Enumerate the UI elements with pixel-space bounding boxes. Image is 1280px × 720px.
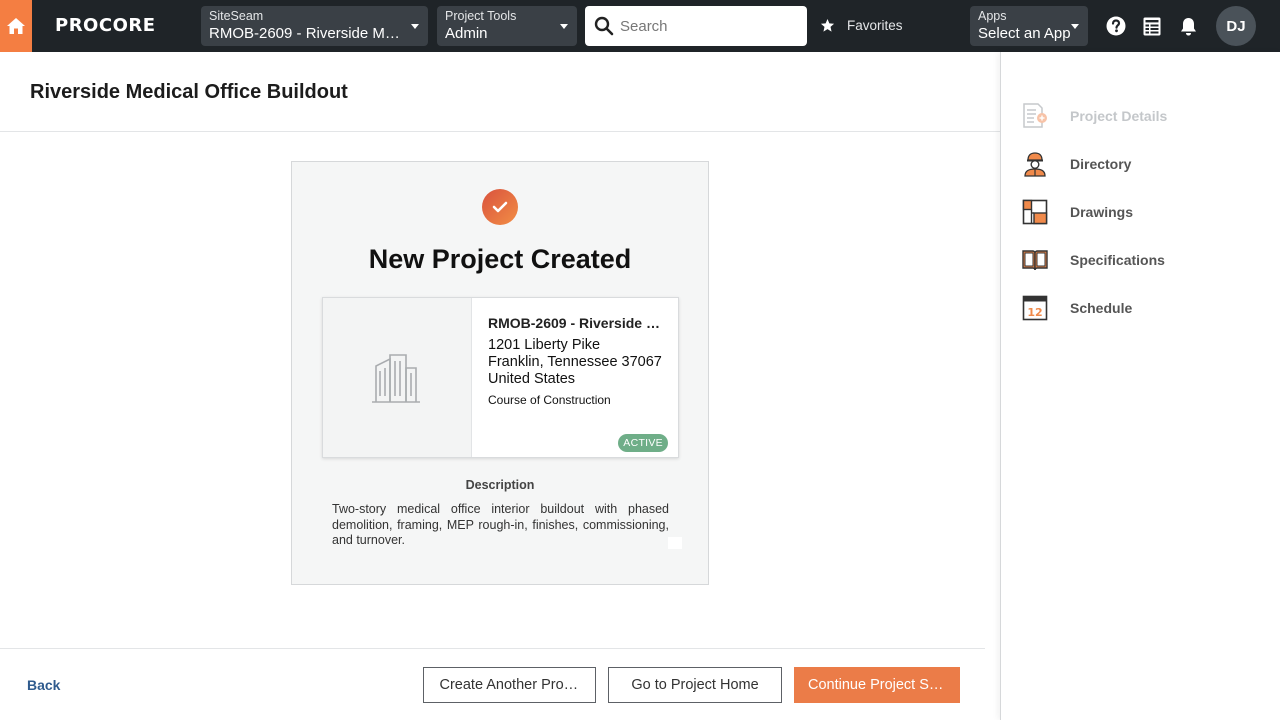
panel-item-label: Specifications [1070,252,1165,268]
chevron-down-icon [560,24,568,29]
card-heading: New Project Created [368,244,632,274]
schedule-icon-text: 12 [1027,306,1042,319]
panel-item-drawings[interactable]: Drawings [1021,197,1261,227]
page-title: Riverside Medical Office Buildout [30,81,348,103]
project-selector-label: SiteSeam [209,9,264,23]
project-selector-value: RMOB-2609 - Riverside Medical Office Bui… [209,25,405,42]
action-footer: Back Create Another Project Go to Projec… [0,648,985,720]
project-summary-box: RMOB-2609 - Riverside Medical Office Bui… [322,297,679,458]
project-name: RMOB-2609 - Riverside Medical Office Bui… [488,315,668,331]
create-another-project-label: Create Another Project [439,677,580,693]
panel-item-label: Project Details [1070,108,1168,124]
schedule-icon: 12 [1021,294,1049,322]
star-icon [820,18,835,32]
project-address: 1201 Liberty Pike Franklin, Tennessee 37… [488,337,668,388]
project-tools-dropdown[interactable]: Project Tools Admin [437,6,577,46]
panel-item-label: Drawings [1070,204,1134,220]
description-label: Description [465,478,535,492]
specifications-icon [1021,246,1049,274]
top-navigation-bar: PROCORE SiteSeam RMOB-2609 - Riverside M… [0,0,1280,52]
address-line-1: 1201 Liberty Pike [488,337,601,353]
favorites-label: Favorites [847,18,903,33]
address-line-2: Franklin, Tennessee 37067 [488,354,662,370]
help-button[interactable] [1106,16,1126,36]
panel-item-directory[interactable]: Directory [1021,149,1261,179]
panel-item-specifications[interactable]: Specifications [1021,245,1261,275]
project-details-icon [1021,102,1049,130]
home-icon [7,18,25,34]
project-stage: Course of Construction [488,393,611,407]
chevron-down-icon [1071,24,1079,29]
drawings-icon [1021,198,1049,226]
back-link[interactable]: Back [27,677,60,693]
directory-icon [1021,150,1049,178]
chevron-down-icon [411,24,419,29]
panel-item-project-details[interactable]: Project Details [1021,101,1261,131]
project-info: RMOB-2609 - Riverside Medical Office Bui… [488,315,668,407]
reports-button[interactable] [1142,16,1162,36]
home-button[interactable] [0,0,32,52]
search-box[interactable] [585,6,807,46]
apps-dropdown[interactable]: Apps Select an App [970,6,1088,46]
project-created-card: New Project Created RMOB-2609 - Riversid… [291,161,709,585]
project-image-placeholder [323,298,472,457]
search-icon [594,16,614,36]
project-selector-dropdown[interactable]: SiteSeam RMOB-2609 - Riverside Medical O… [201,6,428,46]
go-to-project-home-label: Go to Project Home [631,677,759,693]
status-badge: ACTIVE [618,434,668,452]
continue-project-setup-label: Continue Project Setup [808,677,946,693]
panel-item-schedule[interactable]: 12 Schedule [1021,293,1261,323]
spreadsheet-icon [1143,17,1161,35]
create-another-project-button[interactable]: Create Another Project [423,667,596,703]
project-setup-panel: Project Details Directory Drawings Speci… [1000,52,1280,720]
search-input[interactable] [620,16,800,36]
notifications-button[interactable] [1178,16,1198,36]
building-icon [372,353,420,403]
apps-label: Apps [978,9,1007,23]
project-tools-label: Project Tools [445,9,517,23]
go-to-project-home-button[interactable]: Go to Project Home [608,667,782,703]
address-line-3: United States [488,371,576,387]
procore-logo[interactable]: PROCORE [55,15,156,36]
description-text: Two-story medical office interior buildo… [332,502,669,547]
apps-value: Select an App [978,25,1071,42]
panel-item-label: Schedule [1070,300,1133,316]
user-avatar[interactable]: DJ [1216,6,1256,46]
bell-icon [1180,17,1196,35]
continue-project-setup-button[interactable]: Continue Project Setup [794,667,960,703]
panel-item-label: Directory [1070,156,1132,172]
favorites-button[interactable]: Favorites [820,18,903,33]
project-tools-value: Admin [445,25,488,42]
help-icon [1106,16,1126,36]
description-marker [668,537,682,549]
success-check-icon [482,189,518,225]
title-divider [0,131,1000,132]
